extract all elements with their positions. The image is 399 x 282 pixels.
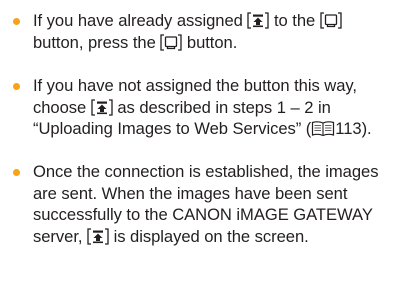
upload-to-web-icon — [91, 98, 113, 116]
shortcut-button-icon — [320, 12, 342, 29]
bullet-dot — [13, 18, 20, 25]
list-item: If you have not assigned the button this… — [0, 75, 399, 140]
list-item: If you have already assigned to the butt… — [0, 10, 399, 53]
item-text: is displayed on the screen. — [109, 226, 309, 246]
book-page-reference-icon — [311, 120, 335, 137]
item-text: button. — [182, 32, 238, 52]
shortcut-button-icon — [160, 33, 182, 51]
bullet-dot — [13, 169, 20, 176]
item-text: If you have already assigned — [33, 11, 248, 30]
item-text: 113). — [335, 119, 372, 138]
item-text: to the — [269, 11, 320, 30]
list-item: Once the connection is established, the … — [0, 161, 399, 247]
item-text: button, press the — [33, 32, 161, 52]
upload-to-web-icon — [247, 12, 270, 29]
bullet-dot — [13, 83, 20, 90]
upload-to-web-icon — [87, 227, 109, 245]
